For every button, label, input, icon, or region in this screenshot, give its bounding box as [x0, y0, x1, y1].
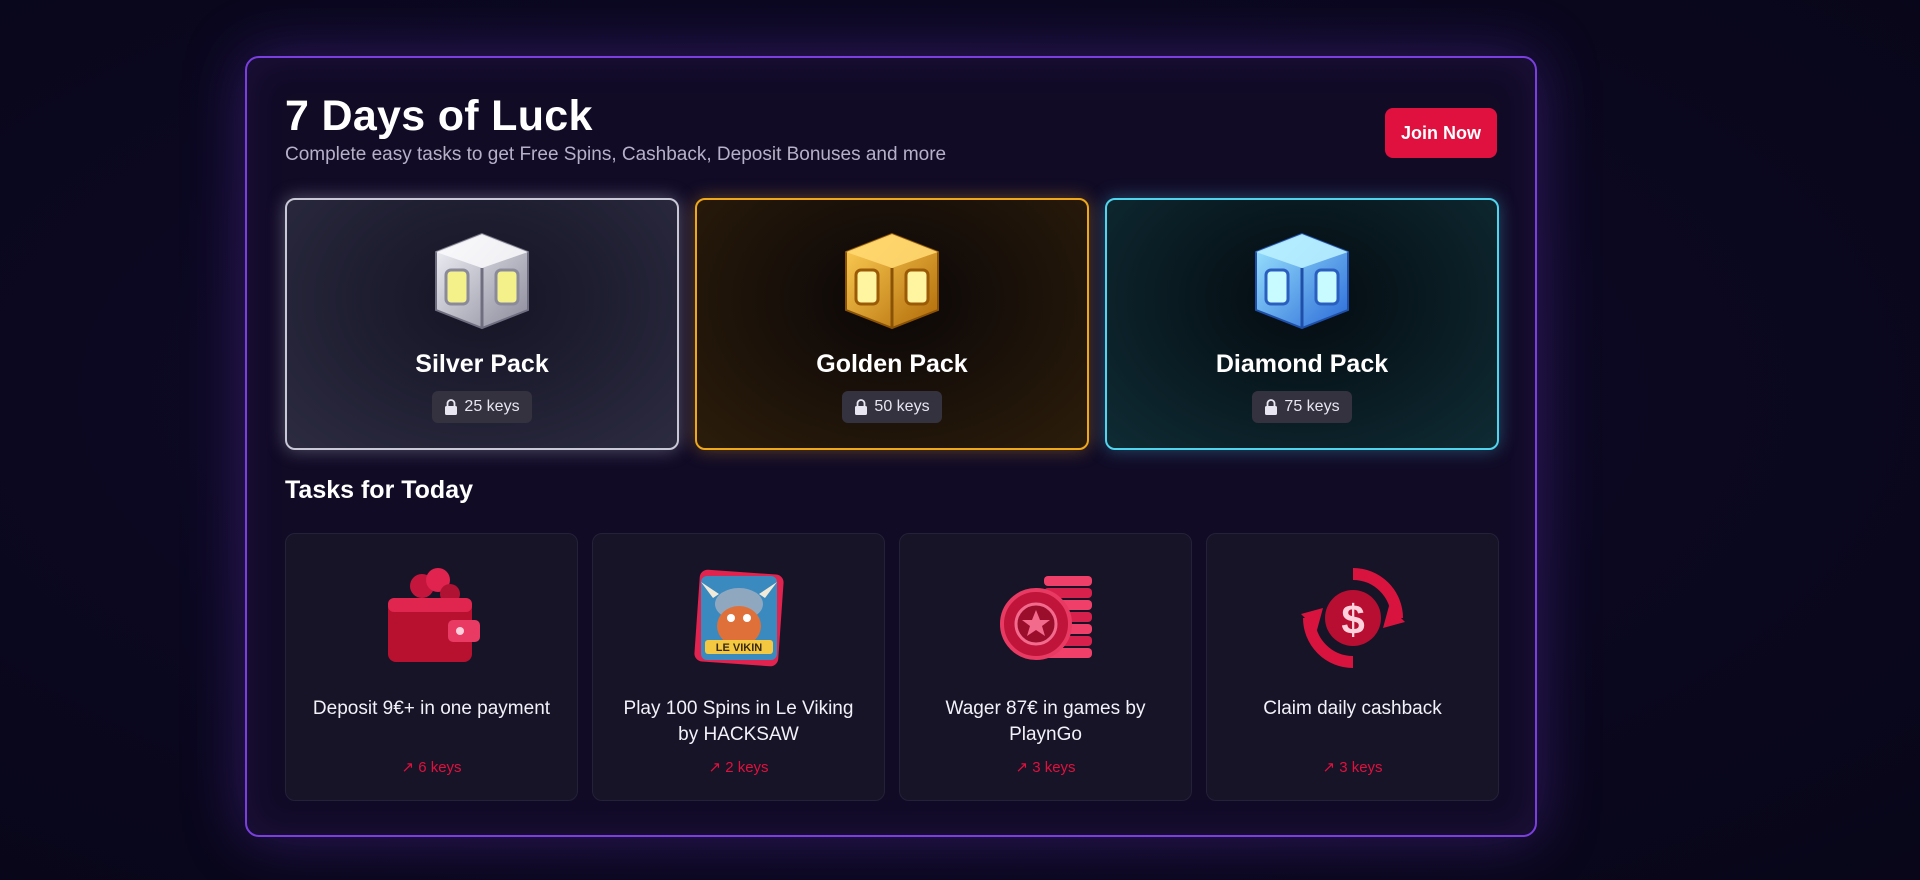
pack-card-golden[interactable]: Golden Pack 50 keys [695, 198, 1089, 450]
pack-keys-label: 50 keys [874, 398, 930, 415]
silver-cube-icon [435, 232, 529, 330]
pack-name: Diamond Pack [1215, 350, 1389, 378]
pack-keys-label: 25 keys [464, 398, 520, 415]
task-keys-reward: ↗ 3 keys [1015, 759, 1076, 776]
task-keys-reward: ↗ 6 keys [401, 759, 462, 776]
task-card-play-spins[interactable]: LE VIKIN Play 100 Spins in Le Viking by … [592, 533, 885, 801]
lock-icon [445, 399, 458, 415]
tasks-title: Tasks for Today [285, 476, 474, 504]
task-card-deposit[interactable]: Deposit 9€+ in one payment ↗ 6 keys [285, 533, 578, 801]
task-description: Wager 87€ in games by PlaynGo [945, 698, 1146, 745]
task-card-wager[interactable]: Wager 87€ in games by PlaynGo ↗ 3 keys [899, 533, 1192, 801]
pack-keys-label: 75 keys [1284, 398, 1340, 415]
join-now-button[interactable]: Join Now [1385, 108, 1497, 158]
tasks-row: Deposit 9€+ in one payment ↗ 6 keys LE V… [285, 533, 1499, 801]
page-subtitle: Complete easy tasks to get Free Spins, C… [285, 144, 947, 165]
task-description: Play 100 Spins in Le Viking by HACKSAW [623, 698, 854, 745]
gold-cube-icon [845, 232, 939, 330]
pack-name: Golden Pack [816, 350, 968, 378]
lock-icon [855, 399, 868, 415]
task-description: Deposit 9€+ in one payment [312, 698, 551, 719]
wallet-icon [387, 568, 480, 662]
pack-keys-badge: 25 keys [432, 391, 532, 423]
chip-stack-icon [999, 576, 1092, 660]
pack-card-silver[interactable]: Silver Pack 25 keys [285, 198, 679, 450]
svg-text:$: $ [1341, 596, 1364, 643]
svg-text:LE VIKIN: LE VIKIN [715, 642, 762, 654]
promo-panel: 7 Days of Luck Complete easy tasks to ge… [245, 56, 1537, 837]
task-card-cashback[interactable]: $ Claim daily cashback ↗ 3 keys [1206, 533, 1499, 801]
packs-row: Silver Pack 25 keys Golden Pack 50 keys … [285, 198, 1499, 450]
task-keys-reward: ↗ 3 keys [1322, 759, 1383, 776]
page-title: 7 Days of Luck [285, 92, 593, 140]
pack-card-diamond[interactable]: Diamond Pack 75 keys [1105, 198, 1499, 450]
diamond-cube-icon [1255, 232, 1349, 330]
le-viking-game-icon: LE VIKIN [693, 569, 784, 667]
page: 7 Days of Luck Complete easy tasks to ge… [0, 0, 1920, 880]
task-keys-reward: ↗ 2 keys [708, 759, 769, 776]
pack-keys-badge: 75 keys [1252, 391, 1352, 423]
task-description: Claim daily cashback [1263, 698, 1442, 719]
pack-keys-badge: 50 keys [842, 391, 942, 423]
lock-icon [1265, 399, 1278, 415]
pack-name: Silver Pack [415, 350, 549, 378]
cashback-icon: $ [1300, 568, 1405, 668]
